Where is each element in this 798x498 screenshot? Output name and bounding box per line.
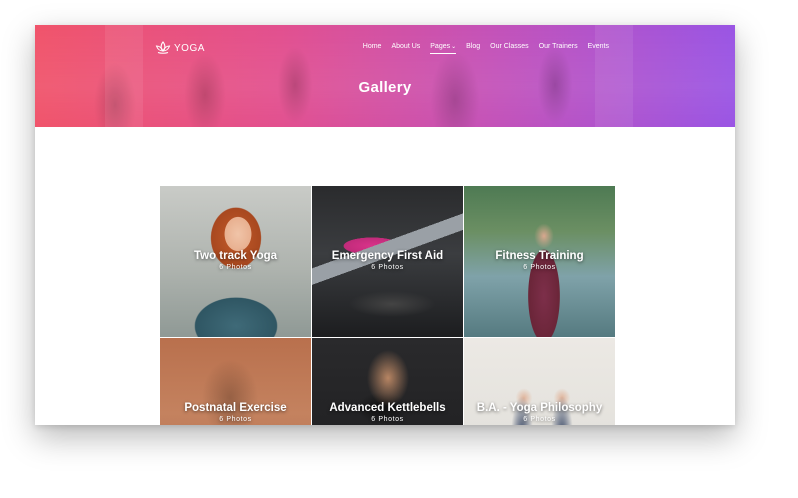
nav-item-home[interactable]: Home (363, 43, 382, 50)
gallery-card[interactable]: Postnatal Exercise 6 Photos (160, 338, 311, 425)
gallery-card-caption: Postnatal Exercise 6 Photos (160, 402, 311, 423)
gallery-card-title: Postnatal Exercise (184, 402, 287, 414)
gallery-grid: Two track Yoga 6 Photos Emergency First … (160, 186, 615, 425)
lotus-icon (155, 41, 171, 55)
nav-item-our-classes[interactable]: Our Classes (490, 43, 529, 50)
page-title: Gallery (358, 79, 412, 96)
nav-item-blog[interactable]: Blog (466, 43, 480, 50)
nav-item-our-trainers[interactable]: Our Trainers (539, 43, 578, 50)
gallery-card[interactable]: Advanced Kettlebells 6 Photos (312, 338, 463, 425)
browser-page: YOGA Home About Us Pages⌄ Blog Our Class… (35, 25, 735, 425)
nav-item-label: About Us (391, 43, 421, 50)
nav-item-label: Pages (430, 43, 451, 50)
brand-logo[interactable]: YOGA (155, 41, 205, 55)
nav-item-label: Our Trainers (538, 43, 578, 50)
gallery-card-caption: Emergency First Aid 6 Photos (312, 250, 463, 271)
nav-item-pages[interactable]: Pages⌄ (430, 43, 457, 54)
main-navigation: Home About Us Pages⌄ Blog Our Classes Ou… (363, 43, 609, 54)
gallery-card[interactable]: Emergency First Aid 6 Photos (312, 186, 463, 337)
gallery-card-title: Advanced Kettlebells (329, 402, 446, 414)
hero-banner: YOGA Home About Us Pages⌄ Blog Our Class… (35, 25, 735, 127)
gallery-card-title: Emergency First Aid (331, 250, 444, 262)
brand-name: YOGA (174, 42, 205, 54)
gallery-card[interactable]: Two track Yoga 6 Photos (160, 186, 311, 337)
gallery-card-title: Fitness Training (495, 250, 584, 262)
hero-background-column (595, 25, 633, 127)
nav-item-events[interactable]: Events (588, 43, 609, 50)
gallery-card-caption: Two track Yoga 6 Photos (160, 250, 311, 271)
nav-item-label: Home (362, 43, 382, 50)
nav-item-label: Events (587, 43, 609, 50)
gallery-card-count: 6 Photos (523, 264, 556, 271)
gallery-card-count: 6 Photos (523, 416, 556, 423)
nav-item-about-us[interactable]: About Us (391, 43, 420, 50)
gallery-card-count: 6 Photos (371, 416, 404, 423)
gallery-card-count: 6 Photos (371, 264, 404, 271)
nav-item-label: Blog (466, 43, 481, 50)
gallery-card-title: Two track Yoga (193, 250, 278, 262)
gallery-card-count: 6 Photos (219, 416, 252, 423)
gallery-card-caption: B.A. - Yoga Philosophy 6 Photos (464, 402, 615, 423)
gallery-card-caption: Advanced Kettlebells 6 Photos (312, 402, 463, 423)
chevron-down-icon: ⌄ (451, 44, 457, 50)
hero-background-column (105, 25, 143, 127)
nav-item-label: Our Classes (490, 43, 529, 50)
gallery-card-count: 6 Photos (219, 264, 252, 271)
gallery-card[interactable]: Fitness Training 6 Photos (464, 186, 615, 337)
gallery-card-title: B.A. - Yoga Philosophy (476, 402, 603, 414)
gallery-card-caption: Fitness Training 6 Photos (464, 250, 615, 271)
gallery-card[interactable]: B.A. - Yoga Philosophy 6 Photos (464, 338, 615, 425)
